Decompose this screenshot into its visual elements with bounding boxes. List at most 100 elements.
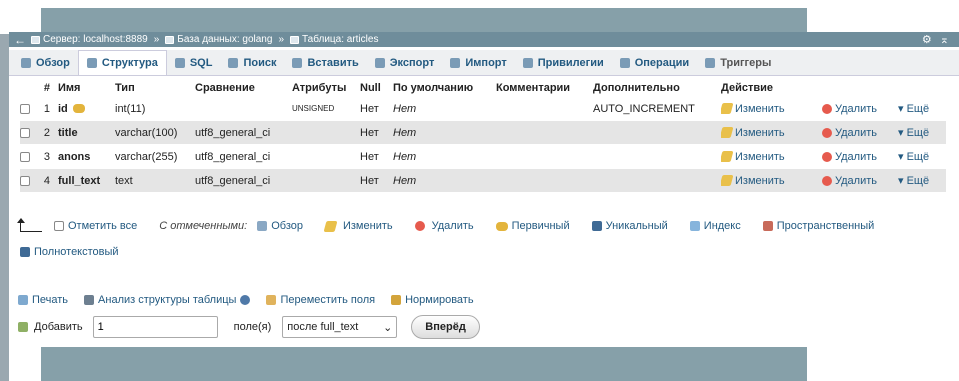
table-row: 1 id int(11) UNSIGNED Нет Нет AUTO_INCRE… — [20, 97, 946, 121]
breadcrumb: ← Сервер: localhost:8889 » База данных: … — [9, 32, 959, 47]
tab-triggers[interactable]: Триггеры — [697, 50, 779, 75]
breadcrumb-database-label: База данных: golang — [177, 34, 273, 45]
tab-browse-label: Обзор — [36, 56, 70, 69]
row-edit-link[interactable]: Изменить — [721, 151, 822, 163]
row-checkbox[interactable] — [20, 127, 36, 139]
row-delete-link[interactable]: Удалить — [822, 151, 898, 163]
delete-icon — [822, 151, 832, 162]
breadcrumb-controls: ⚙ ⌅ — [922, 33, 949, 46]
bulk-actions: Отметить все С отмеченными: Обзор Измени… — [17, 218, 946, 258]
move-columns-link[interactable]: Переместить поля — [266, 294, 375, 306]
operations-icon — [619, 57, 630, 68]
row-default: Нет — [393, 150, 417, 163]
row-delete-link[interactable]: Удалить — [822, 175, 898, 187]
row-num: 4 — [43, 174, 50, 187]
breadcrumb-database[interactable]: База данных: golang — [165, 34, 272, 45]
header-type: Тип — [115, 82, 135, 94]
tab-browse[interactable]: Обзор — [13, 50, 78, 75]
breadcrumb-server[interactable]: Сервер: localhost:8889 — [31, 34, 148, 45]
row-more-dropdown[interactable]: ▾ Ещё — [898, 102, 938, 115]
bulk-unique-label: Уникальный — [605, 220, 668, 232]
row-default: Нет — [393, 126, 417, 139]
header-attributes: Атрибуты — [292, 82, 347, 94]
analyze-link[interactable]: Анализ структуры таблицы — [84, 294, 251, 306]
settings-icon[interactable]: ⚙ — [922, 33, 932, 46]
tab-structure[interactable]: Структура — [77, 50, 167, 75]
pencil-icon — [323, 220, 338, 232]
row-more-dropdown[interactable]: ▾ Ещё — [898, 150, 938, 163]
row-null: Нет — [360, 126, 379, 139]
row-edit-link[interactable]: Изменить — [721, 127, 822, 139]
insert-icon — [292, 57, 303, 68]
bulk-fulltext[interactable]: Полнотекстовый — [20, 246, 119, 258]
normalize-link[interactable]: Нормировать — [391, 294, 474, 306]
row-delete-link[interactable]: Удалить — [822, 103, 898, 115]
server-icon — [31, 35, 40, 44]
row-delete-link[interactable]: Удалить — [822, 127, 898, 139]
row-checkbox[interactable] — [20, 175, 36, 187]
bulk-delete-label: Удалить — [431, 220, 474, 232]
row-attributes: UNSIGNED — [292, 104, 335, 113]
check-all-label: Отметить все — [68, 220, 138, 232]
search-icon — [228, 57, 239, 68]
row-type: int(11) — [115, 102, 146, 115]
left-edge-strip — [0, 34, 9, 381]
row-checkbox[interactable] — [20, 151, 36, 163]
check-all-checkbox[interactable] — [54, 221, 64, 231]
row-more-dropdown[interactable]: ▾ Ещё — [898, 126, 938, 139]
print-link[interactable]: Печать — [18, 294, 68, 306]
tab-export[interactable]: Экспорт — [367, 50, 443, 75]
add-column-icon — [18, 322, 28, 332]
delete-icon — [822, 127, 832, 138]
row-num: 1 — [43, 102, 50, 115]
bulk-browse[interactable]: Обзор — [257, 220, 303, 232]
row-name: full_text — [58, 174, 101, 187]
bulk-unique[interactable]: Уникальный — [591, 220, 668, 232]
bulk-edit[interactable]: Изменить — [323, 220, 393, 232]
collapse-icon[interactable]: ⌅ — [940, 33, 949, 46]
row-collation: utf8_general_ci — [195, 174, 271, 187]
tab-privileges-label: Привилегии — [537, 56, 604, 69]
tab-sql[interactable]: SQL — [167, 50, 221, 75]
row-more-dropdown[interactable]: ▾ Ещё — [898, 174, 938, 187]
breadcrumb-table[interactable]: Таблица: articles — [290, 34, 378, 45]
row-default: Нет — [393, 102, 417, 115]
tab-privileges[interactable]: Привилегии — [515, 50, 612, 75]
breadcrumb-server-label: Сервер: localhost:8889 — [43, 34, 148, 45]
row-edit-link[interactable]: Изменить — [721, 175, 822, 187]
tab-structure-label: Структура — [101, 57, 158, 69]
row-edit-label: Изменить — [735, 174, 785, 187]
header-extra: Дополнительно — [593, 82, 680, 94]
bulk-delete[interactable]: Удалить — [414, 220, 474, 232]
header-null: Null — [360, 82, 381, 94]
bulk-primary[interactable]: Первичный — [495, 220, 570, 232]
row-edit-link[interactable]: Изменить — [721, 103, 822, 115]
check-all[interactable]: Отметить все — [54, 220, 137, 232]
spatial-icon — [762, 221, 773, 231]
index-icon — [689, 221, 700, 231]
position-select[interactable]: после full_text ⌄ — [282, 316, 398, 338]
structure-icon — [86, 58, 97, 68]
add-columns-row: Добавить поле(я) после full_text ⌄ Вперёд — [18, 315, 480, 339]
import-icon — [450, 57, 461, 68]
bulk-primary-label: Первичный — [511, 220, 570, 232]
breadcrumb-separator: » — [278, 34, 284, 45]
help-icon[interactable] — [240, 295, 251, 305]
header-action: Действие — [721, 82, 773, 94]
tab-operations[interactable]: Операции — [612, 50, 697, 75]
tab-import[interactable]: Импорт — [442, 50, 514, 75]
bulk-index[interactable]: Индекс — [689, 220, 741, 232]
add-columns-count[interactable] — [92, 316, 218, 338]
bulk-spatial[interactable]: Пространственный — [762, 220, 874, 232]
position-select-value: после full_text — [287, 321, 359, 333]
back-arrow-icon[interactable]: ← — [9, 33, 31, 47]
tab-insert[interactable]: Вставить — [284, 50, 366, 75]
row-name: anons — [58, 150, 91, 163]
go-button[interactable]: Вперёд — [411, 315, 480, 339]
add-columns-label: Добавить — [34, 321, 83, 333]
tab-search[interactable]: Поиск — [220, 50, 284, 75]
bulk-index-label: Индекс — [703, 220, 741, 232]
row-edit-label: Изменить — [735, 126, 785, 139]
row-checkbox[interactable] — [20, 103, 36, 115]
analyze-link-label: Анализ структуры таблицы — [98, 294, 237, 306]
